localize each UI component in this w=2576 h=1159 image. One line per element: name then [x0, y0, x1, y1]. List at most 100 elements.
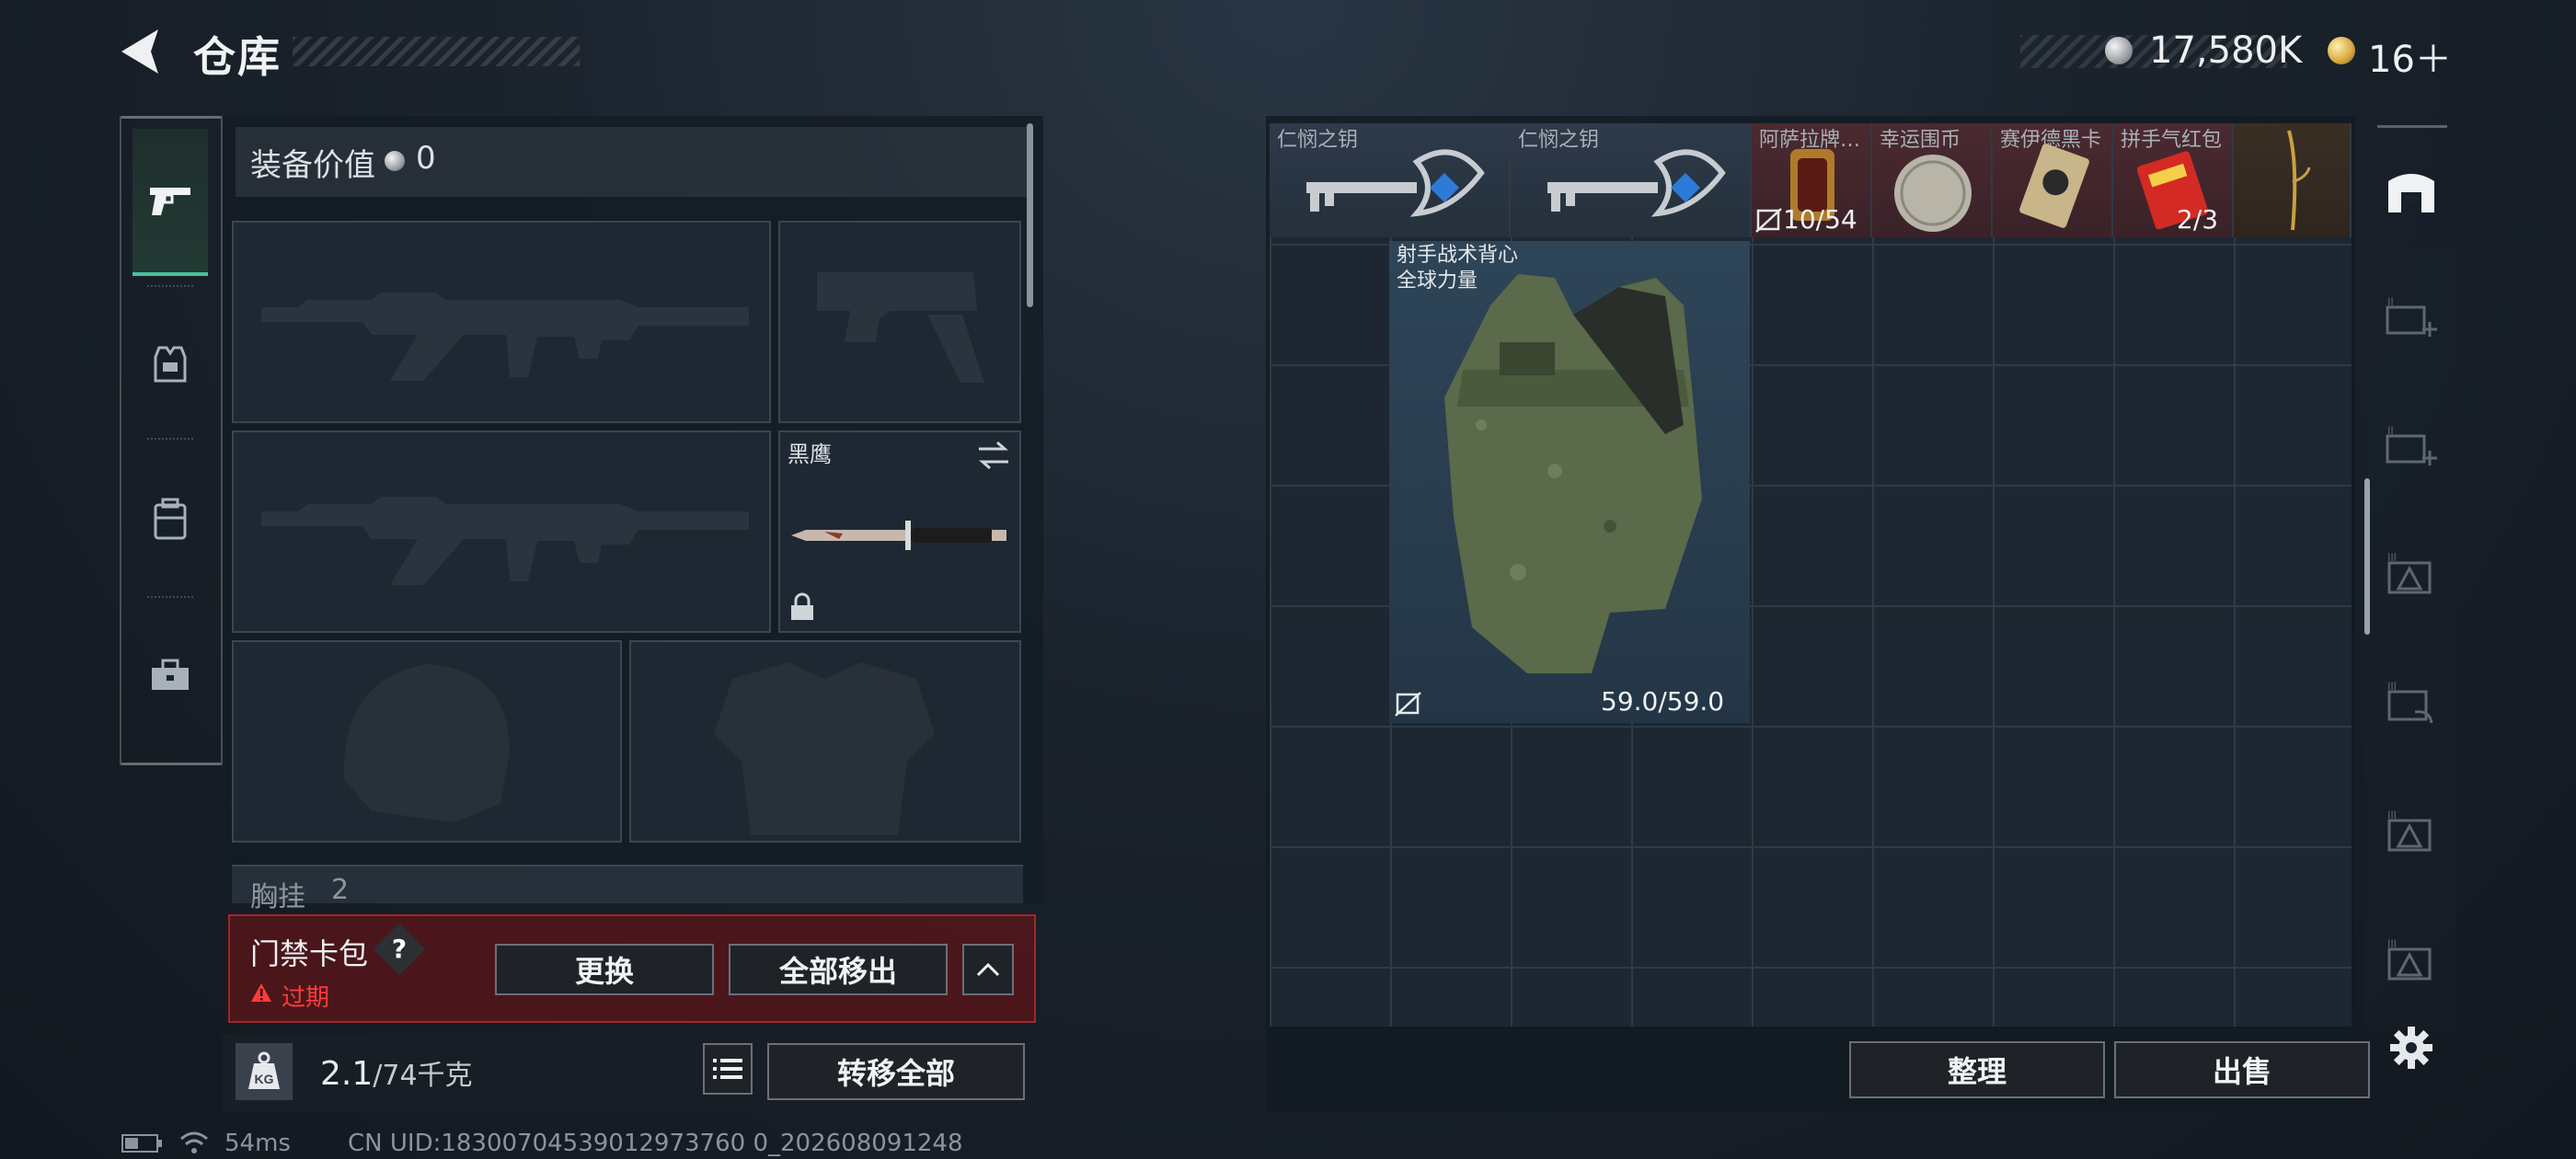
add-stash-page-2-button[interactable]: II: [2379, 414, 2444, 478]
stash-item-lucky-coin[interactable]: 幸运围币: [1872, 123, 1993, 237]
stash-item-rose[interactable]: [2234, 123, 2352, 237]
stash-home-button[interactable]: [2379, 158, 2444, 223]
silver-coin-icon: [385, 151, 405, 171]
list-view-button[interactable]: [703, 1043, 753, 1095]
transfer-all-button[interactable]: 转移全部: [767, 1043, 1025, 1100]
weight-readout: 2.1/74千克: [320, 1052, 473, 1093]
svg-text:III: III: [2387, 809, 2397, 821]
stash-item-key-2[interactable]: 仁悯之钥: [1511, 123, 1752, 237]
wifi-icon: [180, 1131, 208, 1153]
help-icon[interactable]: ?: [381, 931, 418, 968]
coin-image: [1894, 155, 1972, 232]
weight-max: /74千克: [373, 1060, 473, 1092]
loadout-scrollbar[interactable]: [1027, 123, 1033, 307]
helmet-silhouette-icon: [343, 664, 510, 822]
move-all-out-button[interactable]: 全部移出: [729, 944, 948, 995]
page-warning-icon: III: [2387, 551, 2432, 594]
title-decoration: [293, 37, 580, 66]
settings-button[interactable]: [2379, 1016, 2444, 1080]
melee-slot[interactable]: 黑鹰: [778, 430, 1021, 633]
user-uid: CN UID:18300704539012973760 0_2026080912…: [348, 1130, 963, 1157]
page-transfer-icon: III: [2387, 680, 2433, 724]
sell-button[interactable]: 出售: [2114, 1041, 2370, 1098]
helmet-slot[interactable]: [232, 640, 622, 843]
gear-icon: [2390, 1027, 2432, 1069]
stash-item-vest[interactable]: [1389, 241, 1750, 723]
page-warning-icon: III: [2387, 809, 2432, 852]
add-page-icon: II: [2386, 424, 2437, 465]
key-image: [1306, 149, 1485, 217]
vest-durability: 59.0/59.0: [1601, 686, 1725, 717]
lock-icon: [791, 592, 813, 620]
red-envelope-count: 2/3: [2177, 204, 2219, 235]
svg-text:II: II: [2387, 424, 2394, 437]
list-icon: [713, 1059, 742, 1079]
body-armor-slot[interactable]: [629, 640, 1021, 843]
key-image: [1547, 149, 1726, 217]
svg-text:II: II: [2387, 295, 2394, 308]
pistol-silhouette-icon: [817, 272, 984, 383]
sidebar-top-line: [2377, 125, 2447, 128]
svg-text:III: III: [2387, 937, 2397, 950]
keycard-expired-status: 过期: [282, 984, 330, 1012]
stash-item-key-1[interactable]: 仁悯之钥: [1270, 123, 1511, 237]
gold-currency-amount[interactable]: 16＋: [2368, 29, 2452, 83]
stash-item-black-card[interactable]: 赛伊德黑卡: [1993, 123, 2113, 237]
rose-image: [2287, 130, 2311, 231]
tab-backpack[interactable]: [132, 445, 208, 592]
battery-icon: [121, 1134, 162, 1153]
armor-vest-icon: [154, 346, 187, 383]
asala-card-count: 10/54: [1783, 204, 1857, 235]
page-warning-icon: III: [2387, 937, 2432, 981]
chevron-up-icon: [976, 962, 1000, 977]
add-stash-page-1-button[interactable]: II: [2379, 285, 2444, 350]
sidearm-slot[interactable]: [778, 221, 1021, 423]
warning-icon: [251, 983, 271, 1002]
stash-page-6-button[interactable]: III: [2379, 929, 2444, 993]
backpack-icon: [154, 498, 187, 540]
svg-text:III: III: [2387, 680, 2397, 693]
toolbox-icon: [152, 659, 189, 690]
tab-weapons[interactable]: [132, 129, 208, 276]
add-page-icon: II: [2386, 295, 2437, 337]
back-arrow-icon: [121, 29, 158, 74]
page-title: 仓库: [193, 32, 282, 82]
sort-button[interactable]: 整理: [1849, 1041, 2105, 1098]
primary-weapon-slot-2[interactable]: [232, 430, 771, 633]
keycard-case-label: 门禁卡包: [250, 936, 369, 971]
swap-icon[interactable]: [975, 440, 1012, 471]
svg-text:KG: KG: [255, 1072, 274, 1086]
gold-coin-icon: [2328, 37, 2355, 64]
tab-armor[interactable]: [132, 291, 208, 438]
no-insure-icon: [1755, 208, 1782, 233]
tab-separator: [147, 596, 193, 599]
chest-rig-row[interactable]: [232, 865, 1023, 903]
weight-icon: KG: [236, 1043, 293, 1100]
replace-button[interactable]: 更换: [495, 944, 714, 995]
stash-page-4-button[interactable]: III: [2379, 671, 2444, 736]
no-insure-icon: [1395, 692, 1421, 717]
pistol-icon: [150, 188, 190, 215]
rifle-silhouette-icon: [261, 293, 749, 381]
equipment-value-amount: 0: [416, 140, 436, 177]
silver-coin-icon: [2105, 37, 2133, 64]
tab-toolbox[interactable]: [132, 602, 208, 749]
vest-name: 射手战术背心 全球力量: [1397, 243, 1518, 294]
collapse-button[interactable]: [962, 944, 1014, 995]
vest-name-line1: 射手战术背心: [1397, 244, 1519, 267]
tactical-vest-image: [1444, 274, 1702, 673]
vest-silhouette-icon: [714, 662, 935, 835]
chest-rig-label: 胸挂: [250, 881, 305, 913]
sidebar-scrollbar[interactable]: [2364, 478, 2370, 635]
svg-text:III: III: [2387, 551, 2397, 564]
stash-page-5-button[interactable]: III: [2379, 800, 2444, 865]
kg-weight-icon: KG: [248, 1051, 280, 1089]
black-card-image: [2019, 143, 2089, 228]
tab-separator: [147, 438, 193, 441]
stash-page-3-button[interactable]: III: [2379, 543, 2444, 607]
primary-weapon-slot-1[interactable]: [232, 221, 771, 423]
back-button[interactable]: [118, 28, 162, 75]
sidebar-list: [2364, 248, 2456, 1030]
ping-readout: 54ms: [224, 1130, 291, 1157]
weight-current: 2.1: [320, 1055, 374, 1093]
